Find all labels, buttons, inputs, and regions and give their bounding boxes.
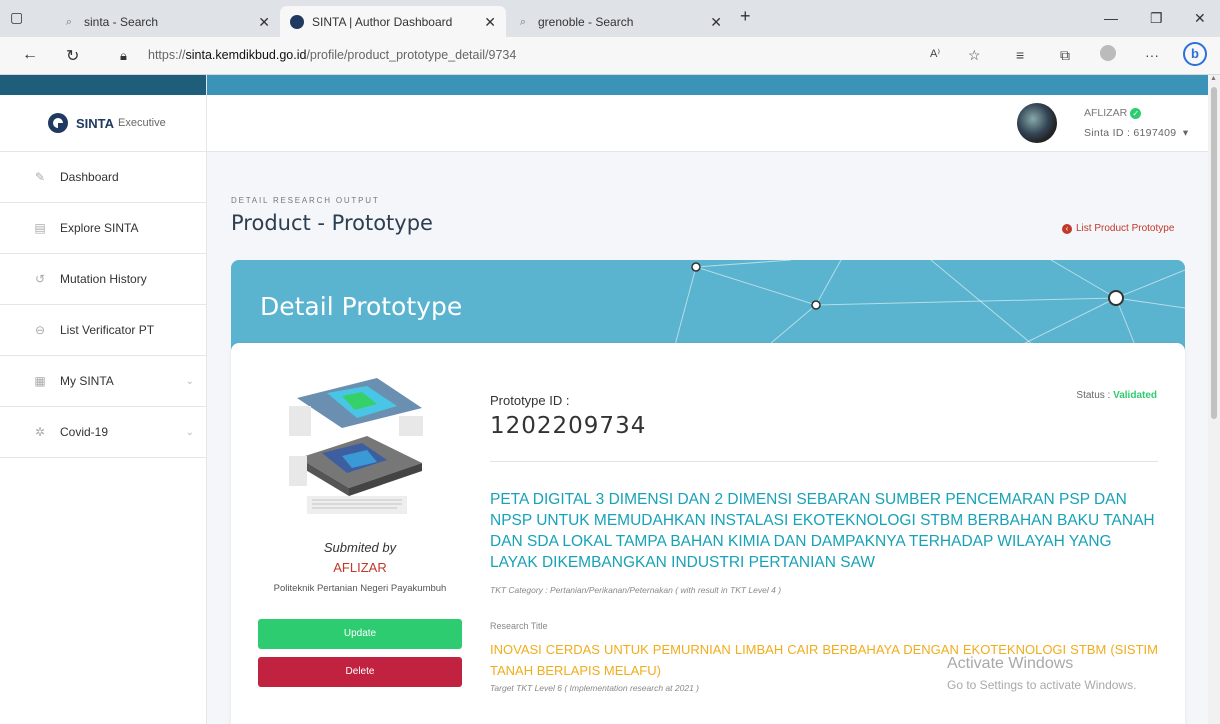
prototype-id-value: 1202209734 (490, 413, 647, 439)
status-value: Validated (1113, 390, 1157, 401)
read-aloud-icon[interactable]: A⁾ (930, 47, 940, 60)
divider (490, 461, 1158, 462)
sidebar-item-label: Covid-19 (60, 425, 109, 439)
minimize-icon[interactable]: — (1104, 10, 1118, 26)
page-scrollbar[interactable]: ▲ (1208, 75, 1220, 724)
sidebar-top-strip (0, 75, 206, 95)
brand-name: SINTA (76, 115, 115, 131)
verified-check-icon: ✓ (1130, 108, 1142, 119)
target-tkt: Target TKT Level 6 ( Implementation rese… (490, 683, 699, 693)
browser-tab-sinta-search[interactable]: ⌕ sinta - Search ✕ (52, 6, 280, 37)
sidebar-item-dashboard[interactable]: ✎ Dashboard (0, 152, 206, 203)
delete-button[interactable]: Delete (258, 657, 462, 687)
tab-title: sinta - Search (84, 14, 159, 29)
favorites-list-icon[interactable]: ≡ (1016, 47, 1024, 63)
section-label: DETAIL RESEARCH OUTPUT (231, 196, 380, 205)
page-title: Product - Prototype (231, 211, 433, 235)
prototype-map-thumbnail[interactable] (287, 368, 427, 518)
url-prefix: https:// (148, 48, 186, 62)
search-icon: ⌕ (65, 15, 73, 28)
new-tab-icon[interactable]: + (740, 6, 751, 27)
more-menu-icon[interactable]: ··· (1145, 47, 1159, 63)
windows-activation-watermark: Activate Windows (947, 655, 1074, 672)
grid-icon: ▦ (34, 374, 46, 388)
prototype-id-label: Prototype ID : (490, 393, 570, 408)
back-circle-icon: ‹ (1062, 224, 1072, 234)
sidebar-item-label: List Verificator PT (60, 323, 155, 337)
scroll-up-icon[interactable]: ▲ (1210, 75, 1217, 82)
sidebar-item-explore[interactable]: ▤ Explore SINTA (0, 203, 206, 254)
avatar[interactable] (1017, 103, 1057, 143)
list-link-label: List Product Prototype (1076, 223, 1175, 234)
list-product-prototype-link[interactable]: ‹ List Product Prototype (1062, 223, 1174, 234)
back-arrow-icon[interactable]: ← (22, 46, 38, 64)
sidebar-item-my-sinta[interactable]: ▦ My SINTA ⌄ (0, 356, 206, 407)
submitted-by-label: Submited by (323, 540, 397, 555)
browser-tab-grenoble-search[interactable]: ⌕ grenoble - Search ✕ (506, 6, 732, 37)
document-icon: ▤ (34, 221, 46, 235)
sidebar-item-label: Dashboard (60, 170, 119, 184)
research-title-label: Research Title (490, 621, 548, 631)
sinta-logo-icon (48, 113, 68, 133)
close-icon[interactable]: ✕ (710, 14, 722, 31)
sidebar-item-covid[interactable]: ✲ Covid-19 ⌄ (0, 407, 206, 458)
lock-icon[interactable]: 🔒︎ (120, 48, 127, 64)
url-field[interactable]: https://sinta.kemdikbud.go.id/profile/pr… (148, 48, 516, 62)
sidebar-item-label: Explore SINTA (60, 221, 139, 235)
history-icon: ↺ (34, 272, 46, 286)
brand-sub: Executive (118, 117, 166, 129)
url-domain: sinta.kemdikbud.go.id (185, 48, 307, 62)
profile-icon[interactable] (1100, 45, 1116, 61)
sidebar-item-mutation-history[interactable]: ↺ Mutation History (0, 254, 206, 305)
window-close-icon[interactable]: ✕ (1194, 10, 1206, 27)
sinta-favicon-icon (290, 14, 304, 29)
status-label: Status : (1076, 390, 1111, 401)
chevron-down-icon: ⌄ (185, 375, 194, 387)
close-icon[interactable]: ✕ (484, 14, 496, 31)
address-bar-row: ← ↻ 🔒︎ https://sinta.kemdikbud.go.id/pro… (0, 37, 1220, 75)
collections-icon[interactable]: ⧉ (1060, 47, 1070, 64)
author-name[interactable]: AFLIZAR (231, 560, 489, 575)
chevron-down-icon: ⌄ (185, 426, 194, 438)
sidebar-item-list-verificator[interactable]: ⊖ List Verificator PT (0, 305, 206, 356)
sidebar-item-label: Mutation History (60, 272, 147, 286)
status-badge: Status : Validated (1076, 390, 1157, 401)
top-header: AFLIZAR ✓ Sinta ID : 6197409 ▾ (207, 95, 1208, 152)
pencil-icon: ✎ (34, 170, 46, 184)
restore-icon[interactable]: ❐ (1150, 10, 1163, 27)
update-button[interactable]: Update (258, 619, 462, 649)
sidebar: SINTA Executive ✎ Dashboard ▤ Explore SI… (0, 75, 207, 724)
sidebar-item-label: My SINTA (60, 374, 114, 388)
virus-icon: ✲ (34, 425, 46, 439)
scrollbar-thumb[interactable] (1211, 87, 1217, 419)
tkt-category: TKT Category : Pertanian/Perikanan/Peter… (490, 585, 782, 595)
caret-down-icon: ▾ (1179, 127, 1189, 139)
banner-title: Detail Prototype (260, 292, 463, 321)
favorite-star-icon[interactable]: ☆ (968, 47, 981, 64)
prototype-title: PETA DIGITAL 3 DIMENSI DAN 2 DIMENSI SEB… (490, 491, 1155, 571)
tab-title: grenoble - Search (538, 14, 634, 29)
user-name-text: AFLIZAR (1084, 107, 1128, 119)
institution-name: Politeknik Pertanian Negeri Payakumbuh (273, 583, 447, 594)
tab-actions-icon[interactable]: ▢ (10, 9, 23, 26)
user-menu-toggle[interactable]: Sinta ID : 6197409 ▾ (1084, 127, 1188, 139)
search-icon: ⌕ (519, 15, 527, 28)
windows-activation-hint: Go to Settings to activate Windows. (947, 678, 1137, 692)
sinta-id-text: Sinta ID : 6197409 (1084, 127, 1177, 139)
sidebar-brand[interactable]: SINTA Executive (0, 95, 206, 152)
close-icon[interactable]: ✕ (258, 14, 270, 31)
bing-chat-icon[interactable]: b (1183, 42, 1207, 66)
user-icon: ⊖ (34, 323, 46, 337)
browser-tab-bar: ▢ ⌕ sinta - Search ✕ SINTA | Author Dash… (0, 0, 1220, 37)
tab-title: SINTA | Author Dashboard (312, 14, 453, 29)
refresh-icon[interactable]: ↻ (66, 46, 79, 66)
url-path: /profile/product_prototype_detail/9734 (306, 48, 517, 62)
user-name[interactable]: AFLIZAR ✓ (1084, 107, 1142, 119)
browser-tab-sinta-dashboard[interactable]: SINTA | Author Dashboard ✕ (280, 6, 506, 37)
